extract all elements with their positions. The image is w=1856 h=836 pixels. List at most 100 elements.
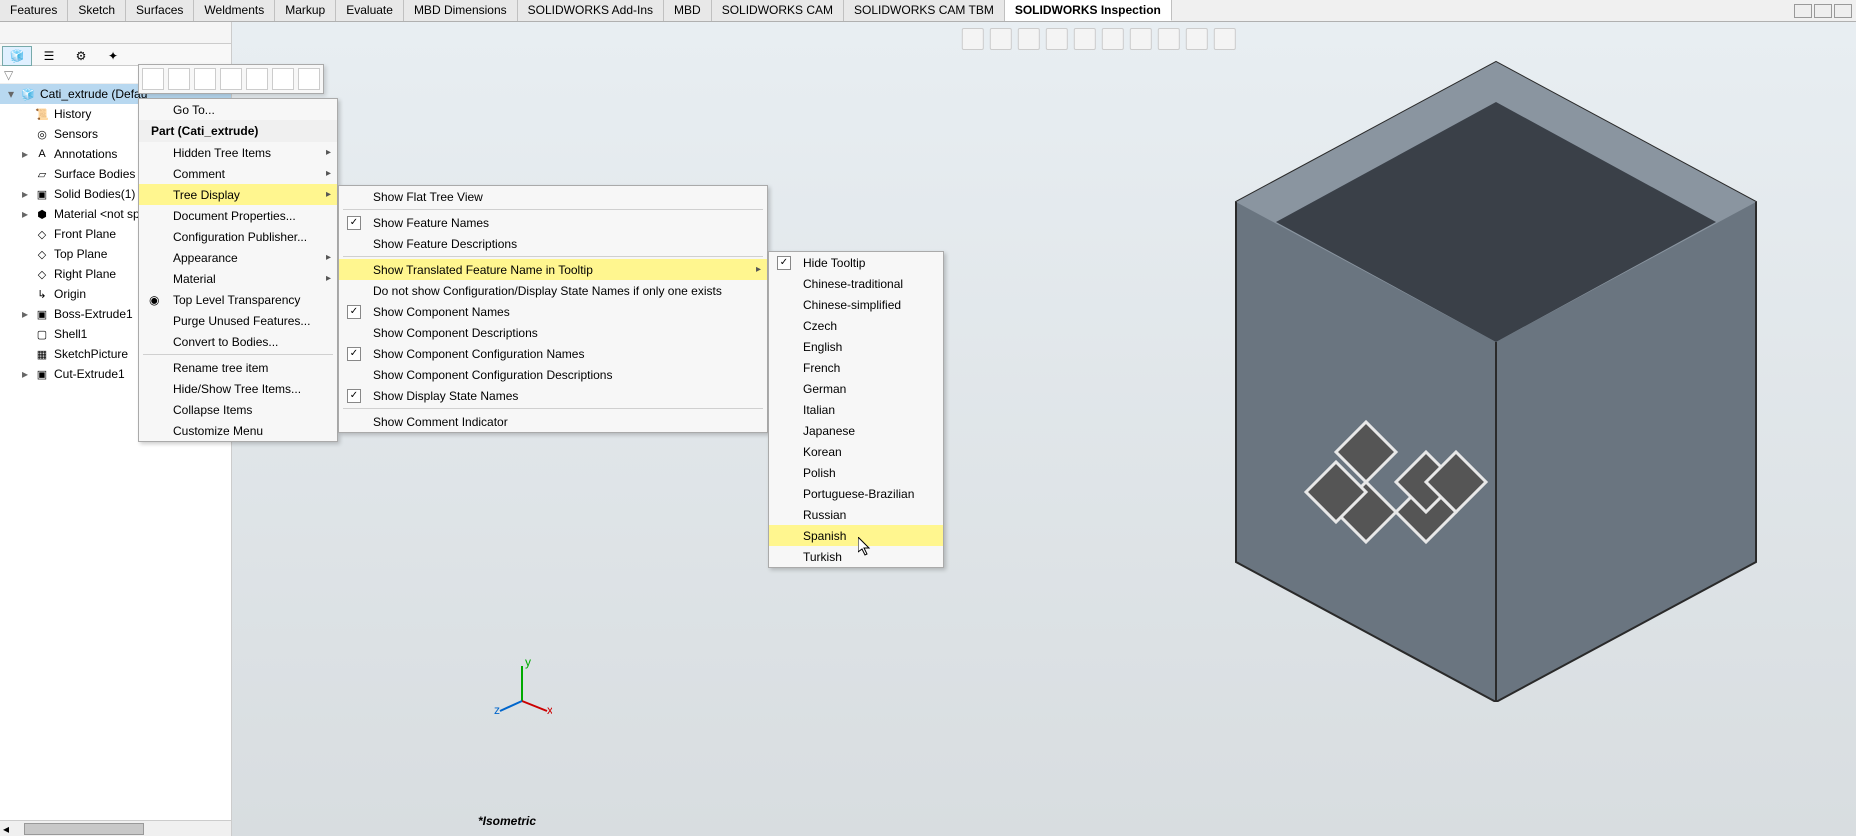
hide-show-icon[interactable] <box>1130 28 1152 50</box>
part-context-menu: Go To... Part (Cati_extrude) Hidden Tree… <box>138 98 338 442</box>
edit-appearance-icon[interactable] <box>1158 28 1180 50</box>
menu-comment-ind[interactable]: Show Comment Indicator <box>339 411 767 432</box>
horizontal-scrollbar[interactable]: ◂ <box>0 820 231 836</box>
tool-icon[interactable] <box>272 68 294 90</box>
menu-material[interactable]: Material▸ <box>139 268 337 289</box>
solid-icon: ▣ <box>34 186 50 202</box>
menu-config-desc[interactable]: Show Component Configuration Description… <box>339 364 767 385</box>
material-icon: ⬢ <box>34 206 50 222</box>
menu-korean[interactable]: Korean <box>769 441 943 462</box>
surface-icon: ▱ <box>34 166 50 182</box>
tool-icon[interactable] <box>220 68 242 90</box>
menu-hideshow[interactable]: Hide/Show Tree Items... <box>139 378 337 399</box>
zoom-fit-icon[interactable] <box>962 28 984 50</box>
section-icon[interactable] <box>1046 28 1068 50</box>
menu-comment[interactable]: Comment▸ <box>139 163 337 184</box>
menu-italian[interactable]: Italian <box>769 399 943 420</box>
menu-config-names[interactable]: ✓Show Component Configuration Names <box>339 343 767 364</box>
tree-root-label: Cati_extrude (Defau <box>40 87 147 101</box>
menu-spanish[interactable]: Spanish <box>769 525 943 546</box>
extrude-icon: ▣ <box>34 306 50 322</box>
tree-tab-icon[interactable]: 🧊 <box>2 46 32 66</box>
shell-icon: ▢ <box>34 326 50 342</box>
menu-czech[interactable]: Czech <box>769 315 943 336</box>
menu-doc-props[interactable]: Document Properties... <box>139 205 337 226</box>
check-icon: ✓ <box>347 216 361 230</box>
menu-convert-bodies[interactable]: Convert to Bodies... <box>139 331 337 352</box>
maximize-button[interactable] <box>1814 4 1832 18</box>
menu-component-desc[interactable]: Show Component Descriptions <box>339 322 767 343</box>
apply-scene-icon[interactable] <box>1186 28 1208 50</box>
menu-purge[interactable]: Purge Unused Features... <box>139 310 337 331</box>
tab-evaluate[interactable]: Evaluate <box>336 0 404 21</box>
tab-mbd-dimensions[interactable]: MBD Dimensions <box>404 0 518 21</box>
view-orient-icon[interactable] <box>1074 28 1096 50</box>
menu-title: Part (Cati_extrude) <box>139 120 337 142</box>
window-buttons <box>1794 4 1852 18</box>
menu-flat-tree[interactable]: Show Flat Tree View <box>339 186 767 207</box>
plane-icon: ◇ <box>34 266 50 282</box>
display-tab-icon[interactable]: ✦ <box>98 46 128 66</box>
menu-component-names[interactable]: ✓Show Component Names <box>339 301 767 322</box>
annotations-icon: A <box>34 146 50 162</box>
view-settings-icon[interactable] <box>1214 28 1236 50</box>
menu-rename[interactable]: Rename tree item <box>139 357 337 378</box>
tab-addins[interactable]: SOLIDWORKS Add-Ins <box>518 0 664 21</box>
menu-japanese[interactable]: Japanese <box>769 420 943 441</box>
minimize-button[interactable] <box>1794 4 1812 18</box>
menu-chinese-trad[interactable]: Chinese-traditional <box>769 273 943 294</box>
view-orientation-label: *Isometric <box>478 814 536 828</box>
tab-surfaces[interactable]: Surfaces <box>126 0 194 21</box>
tool-icon[interactable] <box>168 68 190 90</box>
menu-no-config-names[interactable]: Do not show Configuration/Display State … <box>339 280 767 301</box>
tab-weldments[interactable]: Weldments <box>194 0 275 21</box>
close-button[interactable] <box>1834 4 1852 18</box>
menu-hide-tooltip[interactable]: ✓Hide Tooltip <box>769 252 943 273</box>
menu-appearance[interactable]: Appearance▸ <box>139 247 337 268</box>
language-submenu: ✓Hide Tooltip Chinese-traditional Chines… <box>768 251 944 568</box>
menu-french[interactable]: French <box>769 357 943 378</box>
plane-icon: ◇ <box>34 226 50 242</box>
zoom-area-icon[interactable] <box>990 28 1012 50</box>
prev-view-icon[interactable] <box>1018 28 1040 50</box>
menu-english[interactable]: English <box>769 336 943 357</box>
menu-portuguese[interactable]: Portuguese-Brazilian <box>769 483 943 504</box>
menu-feature-desc[interactable]: Show Feature Descriptions <box>339 233 767 254</box>
tool-icon[interactable] <box>298 68 320 90</box>
tab-sketch[interactable]: Sketch <box>68 0 126 21</box>
tool-icon[interactable] <box>194 68 216 90</box>
menu-feature-names[interactable]: ✓Show Feature Names <box>339 212 767 233</box>
menu-russian[interactable]: Russian <box>769 504 943 525</box>
tool-icon[interactable] <box>246 68 268 90</box>
config-tab-icon[interactable]: ⚙ <box>66 46 96 66</box>
tab-cam[interactable]: SOLIDWORKS CAM <box>712 0 844 21</box>
tab-mbd[interactable]: MBD <box>664 0 712 21</box>
menu-turkish[interactable]: Turkish <box>769 546 943 567</box>
sensors-icon: ◎ <box>34 126 50 142</box>
menu-collapse[interactable]: Collapse Items <box>139 399 337 420</box>
tool-icon[interactable] <box>142 68 164 90</box>
menu-translated-tooltip[interactable]: Show Translated Feature Name in Tooltip▸ <box>339 259 767 280</box>
tab-cam-tbm[interactable]: SOLIDWORKS CAM TBM <box>844 0 1005 21</box>
tab-markup[interactable]: Markup <box>275 0 336 21</box>
property-tab-icon[interactable]: ☰ <box>34 46 64 66</box>
menu-polish[interactable]: Polish <box>769 462 943 483</box>
orientation-triad: y x z <box>492 656 552 716</box>
menu-tree-display[interactable]: Tree Display▸ <box>139 184 337 205</box>
history-icon: 📜 <box>34 106 50 122</box>
3d-model <box>1216 52 1776 702</box>
svg-text:x: x <box>547 703 552 716</box>
menu-hidden-tree[interactable]: Hidden Tree Items▸ <box>139 142 337 163</box>
picture-icon: ▦ <box>34 346 50 362</box>
tab-features[interactable]: Features <box>0 0 68 21</box>
tab-inspection[interactable]: SOLIDWORKS Inspection <box>1005 0 1172 21</box>
menu-display-state[interactable]: ✓Show Display State Names <box>339 385 767 406</box>
menu-transparency[interactable]: ◉Top Level Transparency <box>139 289 337 310</box>
menu-go-to[interactable]: Go To... <box>139 99 337 120</box>
menu-chinese-simp[interactable]: Chinese-simplified <box>769 294 943 315</box>
display-style-icon[interactable] <box>1102 28 1124 50</box>
menu-customize[interactable]: Customize Menu <box>139 420 337 441</box>
menu-config-pub[interactable]: Configuration Publisher... <box>139 226 337 247</box>
menu-german[interactable]: German <box>769 378 943 399</box>
check-icon: ✓ <box>347 347 361 361</box>
